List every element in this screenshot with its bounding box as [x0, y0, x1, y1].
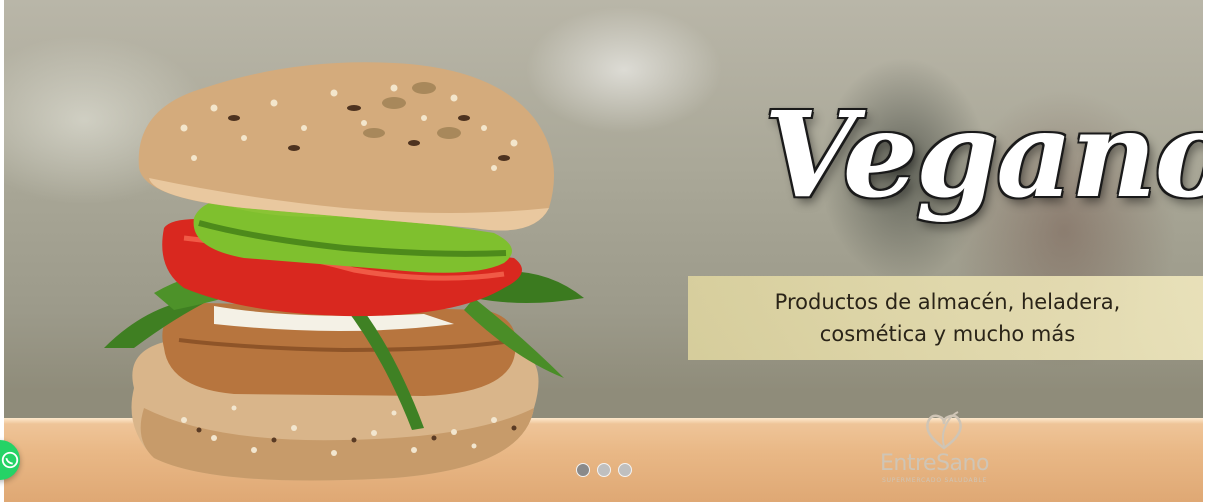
subtitle-line-1: Productos de almacén, heladera, — [774, 290, 1121, 314]
whatsapp-icon — [1, 451, 19, 469]
slide-title: Vegano — [764, 85, 1203, 224]
logo-tagline: SUPERMERCADO SALUDABLE — [882, 477, 988, 484]
slider-dot-1[interactable] — [576, 463, 590, 477]
heart-leaf-icon — [926, 411, 962, 450]
entresano-logo: EntreSano SUPERMERCADO SALUDABLE — [876, 408, 1021, 490]
veggie-burger-image — [104, 62, 584, 481]
slider-dot-3[interactable] — [618, 463, 632, 477]
page-edge — [1203, 0, 1207, 502]
slide-subtitle: Productos de almacén, heladera, cosmétic… — [688, 276, 1203, 360]
hero-slider: Vegano Productos de almacén, heladera, c… — [4, 0, 1203, 502]
slider-dot-2[interactable] — [597, 463, 611, 477]
subtitle-line-2: cosmética y mucho más — [819, 322, 1076, 346]
slider-pagination — [576, 463, 632, 477]
logo-name: EntreSano — [880, 451, 989, 476]
